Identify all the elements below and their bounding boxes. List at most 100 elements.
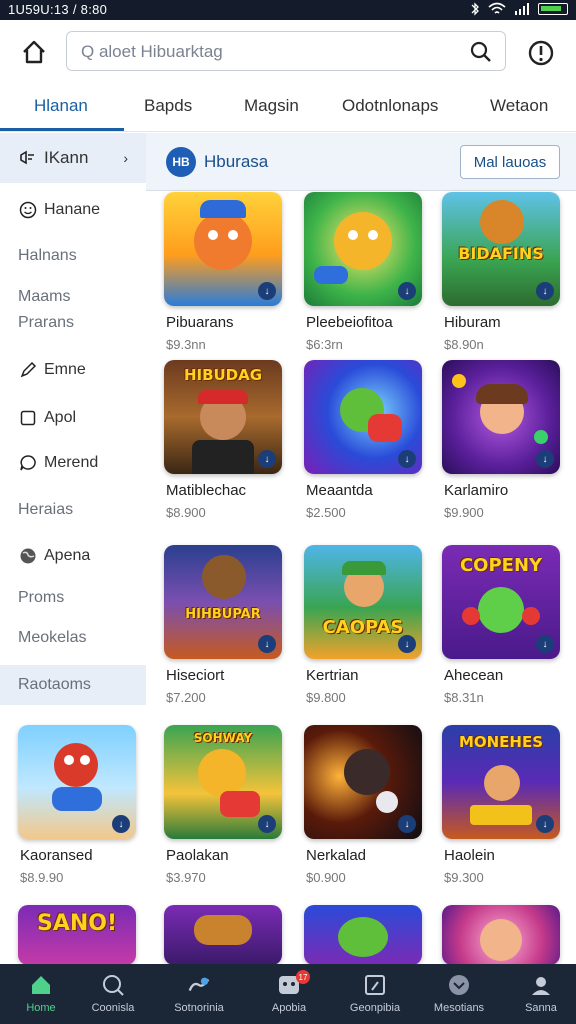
game-thumbnail[interactable]: CAOPAS ↓: [304, 545, 422, 659]
tab-0[interactable]: Hlanan: [34, 96, 88, 116]
sidebar-item-5[interactable]: Emne: [0, 355, 146, 385]
square-icon: [18, 408, 38, 428]
sidebar-item-6[interactable]: Apol: [0, 403, 146, 433]
sidebar-item-label: IKann: [44, 148, 89, 167]
game-price: $8.90n: [444, 337, 484, 352]
game-thumbnail[interactable]: BIDAFINS ↓: [442, 192, 560, 306]
search-icon[interactable]: [469, 40, 493, 64]
game-price: $7.200: [166, 690, 206, 705]
sidebar-item-0[interactable]: IKann ›: [0, 133, 146, 183]
game-price: $3.970: [166, 870, 206, 885]
chevron-right-icon: ›: [123, 150, 128, 166]
brand-logo: HB: [166, 147, 196, 177]
game-thumbnail[interactable]: [304, 905, 422, 965]
thumbnail-caption: SOHWAY: [193, 731, 253, 745]
game-thumbnail[interactable]: ↓: [304, 360, 422, 474]
game-title: Karlamiro: [444, 482, 509, 499]
tab-3[interactable]: Odotnlonaps: [342, 96, 438, 116]
tab-1[interactable]: Bapds: [144, 96, 192, 116]
sidebar-item-7[interactable]: Merend: [0, 448, 146, 478]
puzzle-icon: [186, 972, 212, 998]
game-price: $9.800: [306, 690, 346, 705]
game-thumbnail[interactable]: HIBUDAG ↓: [164, 360, 282, 474]
game-title: Haolein: [444, 847, 495, 864]
nav-categories[interactable]: Sotnorinia: [158, 964, 240, 1024]
nav-games[interactable]: Geonpibia: [334, 964, 416, 1024]
game-thumbnail[interactable]: ↓: [18, 725, 136, 839]
thumbnail-caption: CAOPAS: [322, 617, 404, 638]
sidebar-item-8[interactable]: Heraias: [0, 495, 146, 525]
sidebar-item-12[interactable]: Raotaoms: [0, 665, 146, 705]
sidebar-item-3[interactable]: Maams: [0, 283, 146, 311]
nav-profile[interactable]: Mesotians: [418, 964, 500, 1024]
tab-4[interactable]: Wetaon: [490, 96, 548, 116]
download-icon: ↓: [258, 282, 276, 300]
game-price: $6:3rn: [306, 337, 343, 352]
nav-label: Mesotians: [433, 1002, 485, 1014]
sidebar-item-label: Merend: [44, 454, 99, 471]
sidebar-item-10[interactable]: Proms: [0, 583, 146, 613]
nav-search[interactable]: Coonisla: [72, 964, 154, 1024]
game-thumbnail[interactable]: ↓: [304, 192, 422, 306]
sidebar-item-4[interactable]: Prarans: [0, 309, 146, 337]
sidebar-item-label: Emne: [44, 361, 86, 378]
game-thumbnail[interactable]: ↓: [304, 725, 422, 839]
home-icon: [23, 40, 45, 64]
user-icon: [528, 972, 554, 998]
nav-more[interactable]: Sanna: [500, 964, 576, 1024]
tab-2[interactable]: Magsin: [244, 96, 299, 116]
download-icon: ↓: [398, 815, 416, 833]
game-title: Pibuarans: [166, 314, 234, 331]
game-title: Meaantda: [306, 482, 373, 499]
game-price: $9.300: [444, 870, 484, 885]
nav-apps[interactable]: 17 Apobia: [248, 964, 330, 1024]
game-price: $2.500: [306, 505, 346, 520]
game-thumbnail[interactable]: HIHBUPAR ↓: [164, 545, 282, 659]
smiley-icon: [18, 200, 38, 220]
thumbnail-caption: SANO!: [36, 911, 118, 936]
search-input[interactable]: Q aloet Hibuarktag: [66, 31, 506, 71]
app-bar: Q aloet Hibuarktag: [0, 20, 576, 84]
game-thumbnail[interactable]: [164, 905, 282, 965]
see-more-button[interactable]: Mal lauoas: [460, 145, 560, 179]
sidebar-item-2[interactable]: Halnans: [0, 241, 146, 271]
sidebar-item-9[interactable]: Apena: [0, 541, 146, 571]
sidebar-item-1[interactable]: Hanane: [0, 195, 146, 225]
game-thumbnail[interactable]: ↓: [442, 360, 560, 474]
nav-label: Geonpibia: [349, 1002, 401, 1014]
signal-icon: [515, 3, 529, 15]
game-thumbnail[interactable]: [442, 905, 560, 965]
sidebar-item-label: Apol: [44, 409, 77, 426]
nav-label: Sotnorinia: [174, 1002, 224, 1014]
game-thumbnail[interactable]: COPENY ↓: [442, 545, 560, 659]
game-title: Kertrian: [306, 667, 359, 684]
sidebar-item-label: Raotaoms: [18, 676, 91, 693]
thumbnail-caption: BIDAFINS: [458, 244, 544, 263]
sidebar-item-label: Apena: [44, 547, 91, 564]
sidebar-item-11[interactable]: Meokelas: [0, 623, 146, 653]
shield-icon: [446, 972, 472, 998]
bottom-nav: Home Coonisla Sotnorinia 17 Apobia Geonp…: [0, 964, 576, 1024]
bluetooth-icon: [471, 2, 479, 16]
game-thumbnail[interactable]: SOHWAY ↓: [164, 725, 282, 839]
game-thumbnail[interactable]: ↓: [164, 192, 282, 306]
game-thumbnail[interactable]: SANO!: [18, 905, 136, 965]
wifi-icon: [488, 2, 506, 14]
game-title: Paolakan: [166, 847, 229, 864]
battery-icon: [538, 3, 568, 15]
alert-icon[interactable]: [526, 38, 556, 68]
game-title: Kaoransed: [20, 847, 93, 864]
download-icon: ↓: [258, 450, 276, 468]
home-button[interactable]: [18, 36, 50, 68]
nav-label: Coonisla: [91, 1002, 135, 1014]
game-title: Matiblechac: [166, 482, 247, 499]
game-price: $8.900: [166, 505, 206, 520]
download-icon: ↓: [398, 635, 416, 653]
status-bar: 1U59U:13 / 8:80: [0, 0, 576, 20]
nav-home[interactable]: Home: [0, 964, 82, 1024]
sidebar-item-label: Meokelas: [18, 629, 87, 646]
game-thumbnail[interactable]: MONEHES ↓: [442, 725, 560, 839]
section-title: Hburasa: [204, 152, 269, 171]
download-icon: ↓: [536, 450, 554, 468]
game-title: Hiburam: [444, 314, 501, 331]
